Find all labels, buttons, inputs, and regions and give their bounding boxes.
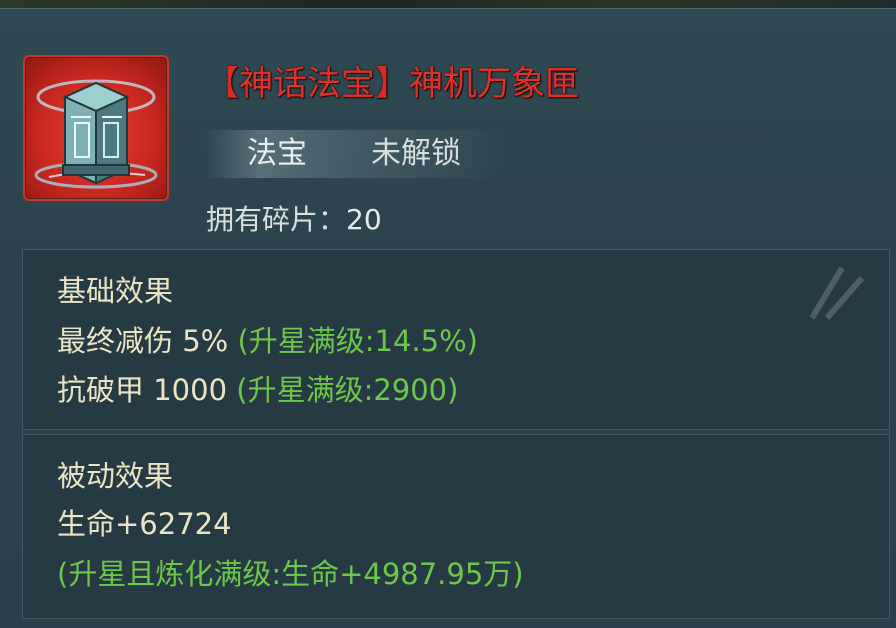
- passive-effect-heading: 被动效果: [57, 459, 174, 493]
- item-name: 神机万象匣: [409, 64, 579, 104]
- title-bracket-right: 】: [375, 64, 409, 104]
- item-icon-frame[interactable]: [23, 55, 169, 201]
- base-effect-heading: 基础效果: [57, 274, 174, 308]
- passive-effect-value: 生命+62724: [57, 507, 232, 541]
- base-effect-max: (升星满级:2900): [236, 373, 459, 407]
- fragment-count-value: 20: [346, 203, 382, 236]
- base-effect-max: (升星满级:14.5%): [237, 324, 478, 358]
- base-effect-line: 最终减伤 5% (升星满级:14.5%): [57, 321, 478, 361]
- mechanism-box-icon: [34, 79, 158, 189]
- base-effect-text: 最终减伤 5%: [57, 324, 229, 358]
- title-bracket-left: 【: [205, 64, 239, 104]
- item-type: 法宝: [247, 136, 307, 171]
- base-effect-text: 抗破甲 1000: [57, 373, 228, 407]
- passive-effect-max: (升星且炼化满级:生命+4987.95万): [57, 557, 524, 591]
- fragment-count-label: 拥有碎片：: [206, 203, 347, 236]
- item-category: 神话法宝: [239, 64, 375, 104]
- fragment-count: 拥有碎片：20: [206, 198, 382, 242]
- base-effect-line: 抗破甲 1000 (升星满级:2900): [57, 370, 458, 410]
- decorative-emblem-icon: [809, 266, 865, 320]
- unlock-status: 未解锁: [371, 136, 461, 171]
- item-title: 【神话法宝】神机万象匣: [205, 60, 579, 108]
